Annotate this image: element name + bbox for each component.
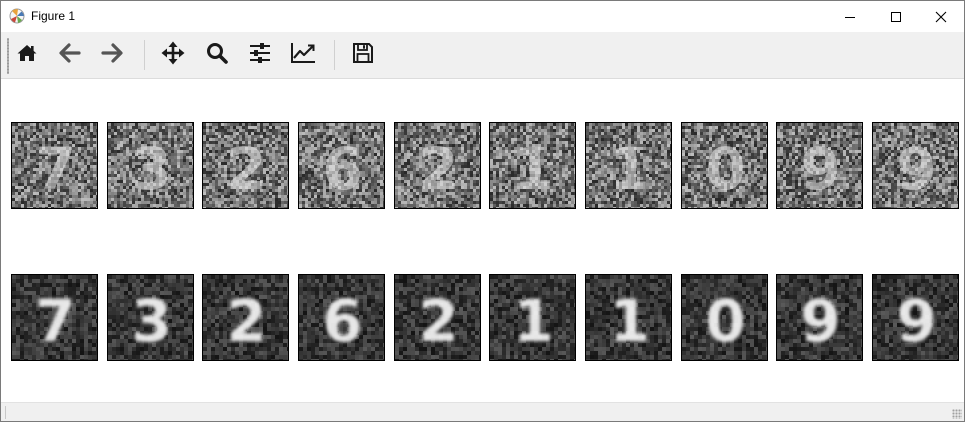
- noisy-digit-image: 3: [107, 122, 194, 209]
- digit-glyph: 1: [513, 287, 553, 355]
- digit-glyph: 0: [705, 287, 745, 355]
- digit-glyph: 1: [513, 135, 553, 203]
- digit-glyph: 3: [131, 287, 171, 355]
- save-button[interactable]: [347, 39, 379, 71]
- status-bar: [1, 402, 964, 421]
- noisy-digit-image: 0: [681, 122, 768, 209]
- toolbar-separator: [334, 40, 335, 70]
- reconstructed-digit-image: 9: [872, 274, 959, 361]
- reconstructed-digit-image: 7: [11, 274, 98, 361]
- digit-glyph: 7: [35, 287, 75, 355]
- noisy-digit-image: 6: [298, 122, 385, 209]
- reconstructed-digit-image: 1: [489, 274, 576, 361]
- matplotlib-icon: [9, 8, 25, 24]
- home-button[interactable]: [11, 39, 43, 71]
- reconstructed-digit-image: 2: [394, 274, 481, 361]
- digit-glyph: 6: [322, 135, 362, 203]
- subplots-button[interactable]: [244, 39, 276, 71]
- reconstructed-digit-image: 6: [298, 274, 385, 361]
- maximize-icon: [890, 11, 902, 23]
- noisy-digit-image: 9: [776, 122, 863, 209]
- line-chart-icon: [290, 42, 316, 69]
- toolbar-grip[interactable]: [7, 38, 9, 74]
- noisy-digit-image: 2: [202, 122, 289, 209]
- forward-arrow-icon: [101, 42, 123, 68]
- digit-glyph: 2: [226, 135, 266, 203]
- window-title: Figure 1: [31, 9, 76, 23]
- status-divider: [5, 406, 6, 419]
- title-bar[interactable]: Figure 1: [1, 1, 964, 32]
- digit-glyph: 0: [705, 135, 745, 203]
- noisy-digit-image: 9: [872, 122, 959, 209]
- close-button[interactable]: [918, 1, 964, 32]
- figure-window: Figure 1 7 3 2 6 2 1 1 0 9 9 7 3 2 6 2 1…: [0, 0, 965, 422]
- digit-glyph: 1: [609, 287, 649, 355]
- digit-glyph: 2: [418, 287, 458, 355]
- zoom-button[interactable]: [201, 39, 233, 71]
- pan-button[interactable]: [157, 39, 189, 71]
- save-icon: [352, 42, 374, 69]
- toolbar-separator: [144, 40, 145, 70]
- sliders-icon: [248, 42, 272, 69]
- forward-button[interactable]: [96, 39, 128, 71]
- noisy-digit-image: 1: [585, 122, 672, 209]
- back-button[interactable]: [54, 39, 86, 71]
- reconstructed-digit-image: 1: [585, 274, 672, 361]
- move-icon: [161, 41, 185, 70]
- resize-grip-icon[interactable]: [952, 409, 962, 419]
- navigation-toolbar: [1, 32, 964, 79]
- digit-glyph: 1: [609, 135, 649, 203]
- noisy-digit-image: 7: [11, 122, 98, 209]
- minimize-icon: [844, 11, 856, 23]
- digit-glyph: 9: [896, 135, 936, 203]
- back-arrow-icon: [59, 42, 81, 68]
- digit-glyph: 3: [131, 135, 171, 203]
- reconstructed-digit-image: 3: [107, 274, 194, 361]
- figure-canvas[interactable]: 7 3 2 6 2 1 1 0 9 9 7 3 2 6 2 1 1 0 9 9: [1, 80, 964, 402]
- noisy-digit-image: 2: [394, 122, 481, 209]
- reconstructed-digit-image: 9: [776, 274, 863, 361]
- customize-button[interactable]: [287, 39, 319, 71]
- digit-glyph: 7: [35, 135, 75, 203]
- reconstructed-digit-image: 2: [202, 274, 289, 361]
- digit-glyph: 9: [800, 135, 840, 203]
- digit-glyph: 2: [418, 135, 458, 203]
- digit-glyph: 9: [800, 287, 840, 355]
- close-icon: [935, 11, 947, 23]
- home-icon: [16, 43, 38, 68]
- digit-glyph: 2: [226, 287, 266, 355]
- digit-glyph: 6: [322, 287, 362, 355]
- noisy-digit-image: 1: [489, 122, 576, 209]
- minimize-button[interactable]: [827, 1, 873, 32]
- maximize-button[interactable]: [873, 1, 919, 32]
- zoom-icon: [205, 41, 229, 70]
- digit-glyph: 9: [896, 287, 936, 355]
- reconstructed-digit-image: 0: [681, 274, 768, 361]
